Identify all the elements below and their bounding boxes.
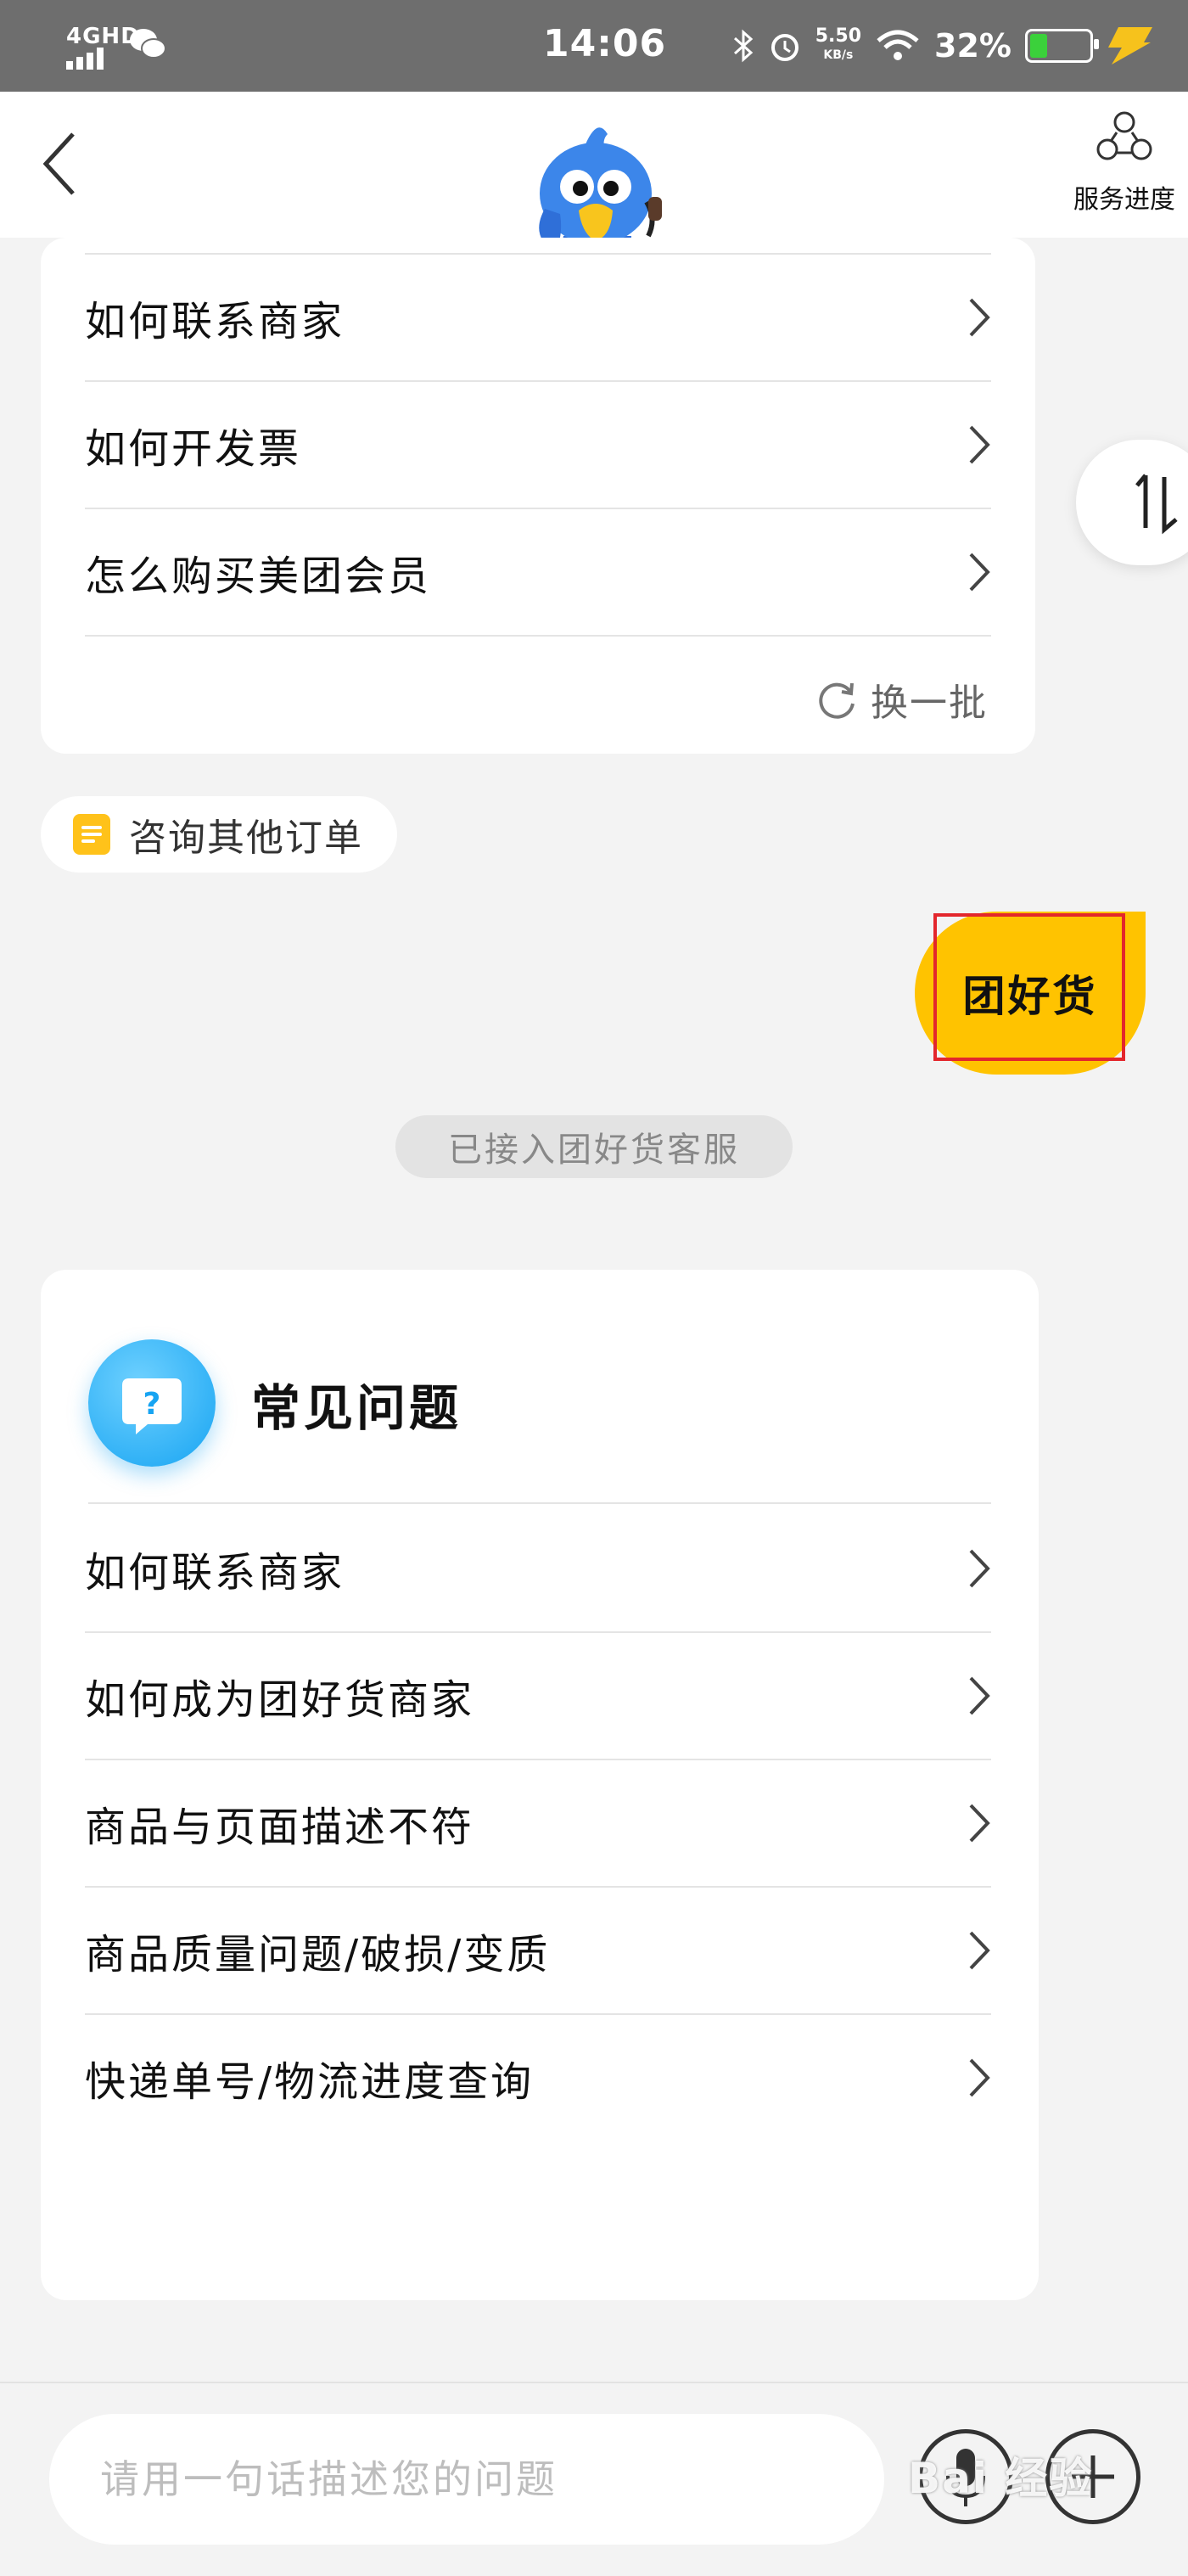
service-progress-button[interactable]: 服务进度 xyxy=(1061,109,1188,227)
faq-label: 如何成为团好货商家 xyxy=(85,1676,475,1724)
battery-level xyxy=(1030,34,1047,58)
wifi-icon xyxy=(877,30,919,60)
signal-icon xyxy=(66,48,104,70)
question-row[interactable]: 如何联系商家 xyxy=(85,255,991,382)
faq-title: 常见问题 xyxy=(251,1379,462,1437)
back-button[interactable] xyxy=(34,126,85,202)
system-note: 已接入团好货客服 xyxy=(395,1115,793,1178)
faq-label: 商品与页面描述不符 xyxy=(85,1804,475,1851)
divider xyxy=(88,1502,991,1504)
message-input[interactable] xyxy=(49,2414,884,2545)
refresh-label: 换一批 xyxy=(871,682,988,725)
faq-row[interactable]: 商品质量问题/破损/变质 xyxy=(85,1888,991,2015)
service-progress-icon xyxy=(1096,111,1152,160)
question-bubble-icon: ? xyxy=(122,1378,182,1434)
question-label: 如何开发票 xyxy=(85,425,302,473)
consult-other-orders-button[interactable]: 咨询其他订单 xyxy=(41,796,397,873)
divider xyxy=(85,238,991,255)
faq-label: 商品质量问题/破损/变质 xyxy=(85,1931,551,1978)
status-right: 5.50 KB/s 32% xyxy=(732,19,1154,73)
faq-label: 如何联系商家 xyxy=(85,1549,345,1597)
charging-bolt-icon xyxy=(1108,27,1152,65)
chevron-right-icon xyxy=(969,1549,990,1588)
svg-text:?: ? xyxy=(143,1387,161,1422)
refresh-button[interactable]: 换一批 xyxy=(816,672,988,727)
chevron-right-icon xyxy=(969,1804,990,1843)
refresh-icon xyxy=(819,682,855,719)
faq-label: 快递单号/物流进度查询 xyxy=(85,2058,535,2106)
chevron-right-icon xyxy=(969,553,990,592)
consult-other-orders-label: 咨询其他订单 xyxy=(129,817,363,860)
clock: 14:06 xyxy=(543,22,667,65)
wechat-icon xyxy=(130,29,166,59)
question-label: 如何联系商家 xyxy=(85,298,345,345)
faq-row[interactable]: 如何联系商家 xyxy=(85,1506,991,1633)
alarm-icon xyxy=(771,34,799,61)
chevron-right-icon xyxy=(969,1931,990,1970)
chevron-right-icon xyxy=(969,1676,990,1715)
chevron-right-icon xyxy=(969,425,990,464)
battery-icon xyxy=(1025,29,1099,63)
watermark: Bai 经验 xyxy=(908,2454,1094,2503)
faq-question-icon: ? xyxy=(88,1339,216,1467)
highlight-box xyxy=(933,913,1125,1061)
swap-vertical-icon xyxy=(1135,474,1178,535)
faq-row[interactable]: 商品与页面描述不符 xyxy=(85,1760,991,1888)
battery-percent: 32% xyxy=(934,27,1011,65)
question-label: 怎么购买美团会员 xyxy=(85,553,432,600)
scroll-toggle-button[interactable] xyxy=(1076,440,1188,565)
net-speed: 5.50 KB/s xyxy=(815,25,862,63)
order-list-icon xyxy=(73,814,110,855)
status-bar: 4GHD 14:06 5.50 KB/s 32% xyxy=(0,0,1188,92)
faq-row[interactable]: 如何成为团好货商家 xyxy=(85,1633,991,1760)
question-row[interactable]: 怎么购买美团会员 xyxy=(85,509,991,637)
bluetooth-icon xyxy=(733,29,754,63)
question-row[interactable]: 如何开发票 xyxy=(85,382,991,509)
service-progress-label: 服务进度 xyxy=(1073,185,1175,215)
chevron-right-icon xyxy=(969,298,990,337)
chevron-right-icon xyxy=(969,2058,990,2097)
faq-row[interactable]: 快递单号/物流进度查询 xyxy=(85,2015,991,2141)
